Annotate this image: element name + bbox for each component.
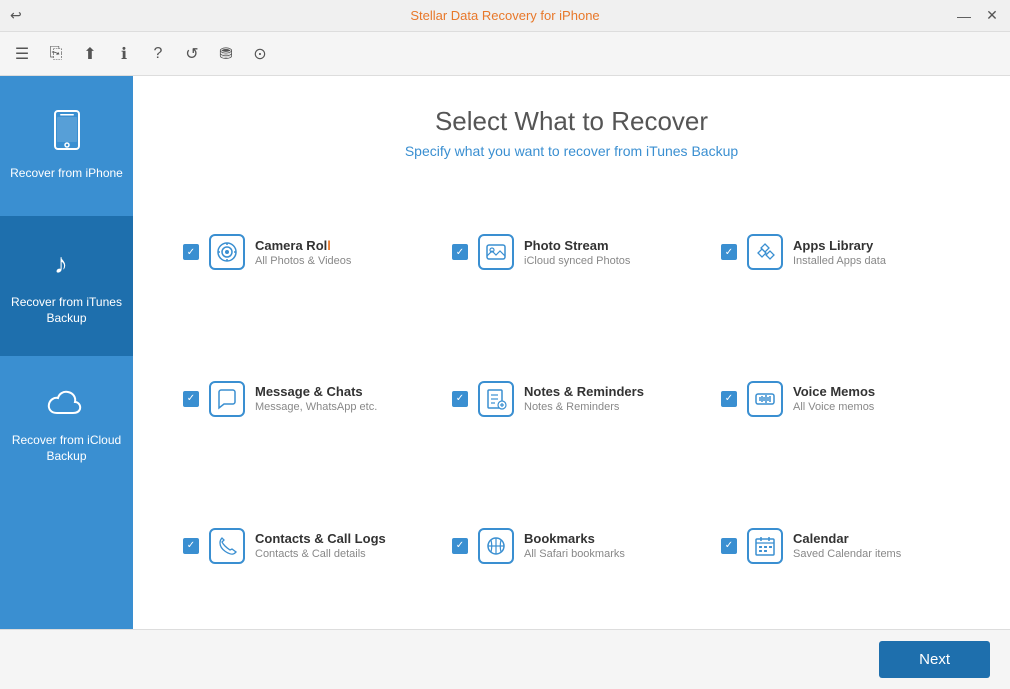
next-button[interactable]: Next (879, 641, 990, 678)
notes-name: Notes & Reminders (524, 384, 691, 399)
sidebar-icloud-label: Recover from iCloud Backup (8, 433, 125, 464)
camera-roll-text: Camera Roll All Photos & Videos (255, 238, 422, 267)
camera-roll-name: Camera Roll (255, 238, 422, 253)
toolbar: ☰ ⎘ ⬆ ℹ ? ↺ ⛃ ⊙ (0, 32, 1010, 76)
notes-text: Notes & Reminders Notes & Reminders (524, 384, 691, 413)
footer: Next (0, 629, 1010, 689)
camera-roll-checkbox[interactable] (183, 244, 199, 260)
photo-stream-desc: iCloud synced Photos (524, 255, 691, 267)
contacts-checkbox[interactable] (183, 538, 199, 554)
notes-icon (478, 381, 514, 417)
photo-stream-name: Photo Stream (524, 238, 691, 253)
contacts-icon (209, 528, 245, 564)
bookmarks-name: Bookmarks (524, 531, 691, 546)
messages-name: Message & Chats (255, 384, 422, 399)
voice-name: Voice Memos (793, 384, 960, 399)
page-subtitle: Specify what you want to recover from iT… (173, 143, 970, 159)
apps-library-icon (747, 234, 783, 270)
photo-stream-text: Photo Stream iCloud synced Photos (524, 238, 691, 267)
sidebar: Recover from iPhone ♪ Recover from iTune… (0, 76, 133, 629)
phone-icon (51, 110, 83, 158)
export-button[interactable]: ⬆ (76, 40, 104, 68)
bookmarks-text: Bookmarks All Safari bookmarks (524, 531, 691, 560)
cart-button[interactable]: ⛃ (212, 40, 240, 68)
help-button[interactable]: ? (144, 40, 172, 68)
voice-desc: All Voice memos (793, 401, 960, 413)
bookmarks-icon (478, 528, 514, 564)
svg-text:♪: ♪ (54, 248, 68, 279)
calendar-text: Calendar Saved Calendar items (793, 531, 960, 560)
title-icon: ↩ (10, 7, 22, 24)
music-icon: ♪ (50, 245, 84, 287)
messages-desc: Message, WhatsApp etc. (255, 401, 422, 413)
close-button[interactable]: ✕ (982, 6, 1002, 26)
photo-stream-icon (478, 234, 514, 270)
menu-button[interactable]: ☰ (8, 40, 36, 68)
sidebar-item-icloud[interactable]: Recover from iCloud Backup (0, 356, 133, 496)
sidebar-item-iphone[interactable]: Recover from iPhone (0, 76, 133, 216)
sidebar-iphone-label: Recover from iPhone (10, 166, 123, 182)
contacts-desc: Contacts & Call details (255, 548, 422, 560)
messages-icon (209, 381, 245, 417)
title-bar: ↩ Stellar Data Recovery for iPhone — ✕ (0, 0, 1010, 32)
apps-library-checkbox[interactable] (721, 244, 737, 260)
sidebar-itunes-label: Recover from iTunes Backup (8, 295, 125, 326)
apps-library-text: Apps Library Installed Apps data (793, 238, 960, 267)
main-layout: Recover from iPhone ♪ Recover from iTune… (0, 76, 1010, 629)
recovery-item-photo-stream[interactable]: Photo Stream iCloud synced Photos (442, 189, 701, 316)
notes-desc: Notes & Reminders (524, 401, 691, 413)
window-title: Stellar Data Recovery for iPhone (410, 8, 599, 23)
minimize-button[interactable]: — (954, 6, 974, 26)
recovery-item-contacts[interactable]: Contacts & Call Logs Contacts & Call det… (173, 482, 432, 609)
recovery-item-bookmarks[interactable]: Bookmarks All Safari bookmarks (442, 482, 701, 609)
recovery-grid: Camera Roll All Photos & Videos Photo St… (173, 189, 970, 609)
voice-checkbox[interactable] (721, 391, 737, 407)
bookmarks-desc: All Safari bookmarks (524, 548, 691, 560)
recovery-item-calendar[interactable]: Calendar Saved Calendar items (711, 482, 970, 609)
calendar-name: Calendar (793, 531, 960, 546)
sidebar-item-itunes[interactable]: ♪ Recover from iTunes Backup (0, 216, 133, 356)
recovery-item-messages[interactable]: Message & Chats Message, WhatsApp etc. (173, 336, 432, 463)
recovery-item-voice[interactable]: Voice Memos All Voice memos (711, 336, 970, 463)
content-header: Select What to Recover Specify what you … (173, 106, 970, 159)
voice-text: Voice Memos All Voice memos (793, 384, 960, 413)
save-button[interactable]: ⎘ (42, 40, 70, 68)
camera-roll-icon (209, 234, 245, 270)
recovery-item-notes[interactable]: Notes & Reminders Notes & Reminders (442, 336, 701, 463)
recovery-item-camera-roll[interactable]: Camera Roll All Photos & Videos (173, 189, 432, 316)
calendar-icon (747, 528, 783, 564)
photo-stream-checkbox[interactable] (452, 244, 468, 260)
apps-library-desc: Installed Apps data (793, 255, 960, 267)
voice-icon (747, 381, 783, 417)
recovery-item-apps-library[interactable]: Apps Library Installed Apps data (711, 189, 970, 316)
calendar-checkbox[interactable] (721, 538, 737, 554)
user-button[interactable]: ⊙ (246, 40, 274, 68)
window-controls: — ✕ (954, 6, 1002, 26)
contacts-name: Contacts & Call Logs (255, 531, 422, 546)
contacts-text: Contacts & Call Logs Contacts & Call det… (255, 531, 422, 560)
page-title: Select What to Recover (173, 106, 970, 137)
calendar-desc: Saved Calendar items (793, 548, 960, 560)
cloud-icon (47, 388, 87, 425)
bookmarks-checkbox[interactable] (452, 538, 468, 554)
content-area: Select What to Recover Specify what you … (133, 76, 1010, 629)
info-button[interactable]: ℹ (110, 40, 138, 68)
notes-checkbox[interactable] (452, 391, 468, 407)
messages-checkbox[interactable] (183, 391, 199, 407)
camera-roll-desc: All Photos & Videos (255, 255, 422, 267)
refresh-button[interactable]: ↺ (178, 40, 206, 68)
apps-library-name: Apps Library (793, 238, 960, 253)
messages-text: Message & Chats Message, WhatsApp etc. (255, 384, 422, 413)
